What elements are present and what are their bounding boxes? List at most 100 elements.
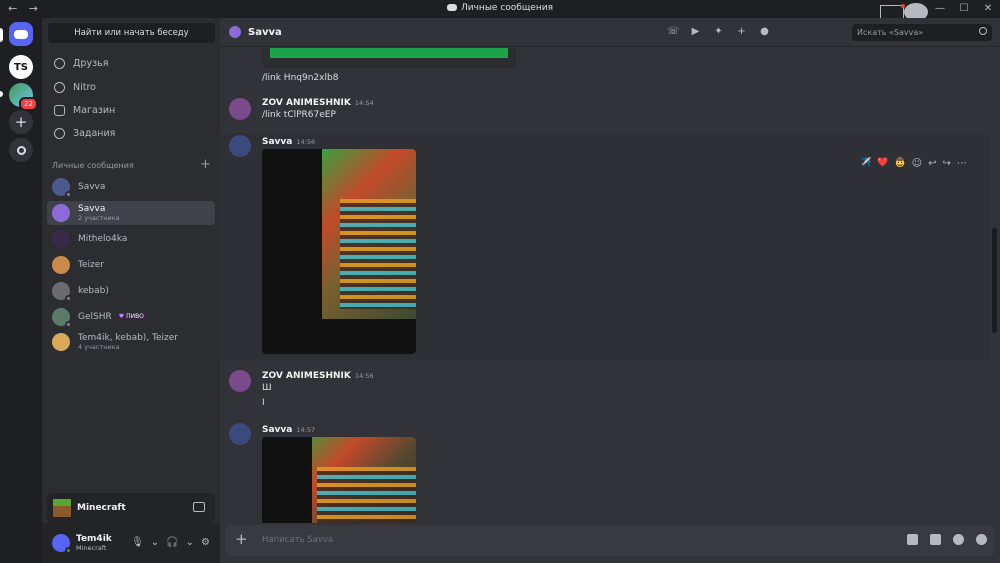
avatar[interactable] (229, 423, 251, 445)
dm-section-header: Личные сообщения (52, 161, 134, 170)
nav-nitro[interactable]: Nitro (48, 76, 215, 98)
dm-name: Savva (78, 182, 106, 192)
clan-tag-text: ПИВО (126, 313, 144, 320)
title-bar: ← → Личные сообщения ? — ☐ ✕ (0, 0, 1000, 23)
search-placeholder: Искать «Savva» (857, 28, 924, 37)
microphone-icon[interactable]: 🎙 (131, 537, 144, 548)
emoji-icon[interactable] (953, 534, 964, 545)
image-attachment[interactable] (262, 437, 416, 523)
timestamp: 14:57 (296, 426, 316, 434)
sticker-icon[interactable] (930, 534, 941, 545)
user-panel: Tem4ik Minecraft 🎙 ⌄ 🎧 ⌄ ⚙ (42, 523, 220, 563)
dm-name: Mithelo4ka (78, 234, 128, 244)
inbox-button[interactable] (880, 0, 905, 23)
timestamp: 14:56 (296, 138, 316, 146)
apps-icon[interactable] (976, 534, 987, 545)
nav-friends-label: Друзья (73, 57, 109, 69)
minecraft-icon (53, 499, 71, 517)
avatar[interactable] (229, 135, 251, 157)
attach-plus-icon[interactable]: + (235, 532, 248, 547)
avatar (52, 178, 72, 198)
message-list: /link Hnq9n2xlb8 ZOV ANIMESHNIK 14:54 /li… (220, 48, 990, 523)
window-title-text: Личные сообщения (461, 3, 553, 13)
chevron-down-icon[interactable]: ⌄ (151, 537, 159, 548)
find-conversation-button[interactable]: Найти или начать беседу (48, 23, 215, 43)
home-button[interactable] (9, 22, 33, 46)
nav-shop-label: Магазин (73, 104, 116, 116)
explore-button[interactable] (9, 138, 33, 162)
chevron-down-icon[interactable]: ⌄ (186, 537, 194, 548)
dm-name: GelSHR ♥ ПИВО (78, 312, 147, 322)
dm-item[interactable]: Mithelo4ka (47, 227, 215, 251)
pin-icon[interactable]: ✦ (713, 26, 724, 37)
unread-badge: 22 (19, 97, 38, 111)
image-attachment[interactable] (262, 149, 416, 354)
dm-item[interactable]: kebab) (47, 279, 215, 303)
add-server-button[interactable]: + (9, 110, 33, 134)
minimize-button[interactable]: — (928, 0, 952, 18)
group-avatar (229, 26, 241, 38)
chat-search-input[interactable]: Искать «Savva» (852, 24, 992, 41)
dm-item-selected[interactable]: Savva 2 участника (47, 201, 215, 225)
reply-icon[interactable]: ↩ (928, 158, 936, 169)
server-rail: TS 22 + (0, 18, 42, 563)
selected-indicator (0, 28, 3, 42)
heart-icon: ♥ (118, 313, 125, 320)
more-options-icon[interactable]: ⋯ (957, 158, 967, 169)
scrollbar[interactable] (992, 228, 997, 333)
create-dm-button[interactable]: + (200, 157, 211, 172)
nav-shop[interactable]: Магазин (48, 99, 215, 121)
screen-share-icon[interactable] (193, 502, 205, 512)
discord-logo-icon (447, 4, 457, 11)
message-text: I (262, 398, 265, 408)
user-avatar[interactable] (52, 534, 72, 554)
message: ZOV ANIMESHNIK 14:54 /link tClPR67eEP (220, 96, 990, 126)
nav-friends[interactable]: Друзья (48, 52, 215, 74)
avatar (52, 308, 72, 328)
author-name[interactable]: Savva (262, 425, 292, 435)
add-friends-icon[interactable]: + (736, 26, 747, 37)
message-text: /link tClPR67eEP (262, 110, 336, 120)
maximize-button[interactable]: ☐ (952, 0, 976, 18)
dm-item[interactable]: GelSHR ♥ ПИВО (47, 305, 215, 329)
headphones-icon[interactable]: 🎧 (166, 537, 178, 548)
add-reaction-icon[interactable]: ☺ (912, 158, 922, 169)
avatar[interactable] (229, 98, 251, 120)
reaction-airplane[interactable]: ✈️ (860, 158, 871, 168)
message: Savva 14:57 (220, 423, 990, 523)
author-name[interactable]: ZOV ANIMESHNIK (262, 371, 351, 381)
voice-controls: 🎙 ⌄ 🎧 ⌄ ⚙ (131, 537, 210, 548)
header-toolbar: ☏ ▶ ✦ + ● (667, 26, 770, 37)
message-composer[interactable]: + Написать Savva (225, 525, 995, 556)
help-button[interactable]: ? (904, 0, 928, 21)
dm-name: Teizer (78, 260, 104, 270)
reaction-cowboy[interactable]: 🤠 (894, 158, 905, 168)
avatar[interactable] (229, 370, 251, 392)
message-actions: ✈️ ❤️ 🤠 ☺ ↩ ↪ ⋯ (860, 154, 967, 172)
status-dot (65, 321, 72, 328)
shop-icon (54, 104, 65, 116)
window-controls: ? — ☐ ✕ (880, 0, 1000, 23)
forward-icon[interactable]: ↪ (942, 158, 950, 169)
message-text: /link Hnq9n2xlb8 (262, 73, 339, 83)
dm-item[interactable]: Savva (47, 175, 215, 199)
member-list-icon[interactable]: ● (759, 26, 770, 37)
voice-call-icon[interactable]: ☏ (667, 26, 680, 37)
gif-icon[interactable] (907, 534, 918, 545)
group-avatar (52, 333, 70, 351)
dm-name: Tem4ik, kebab), Teizer (78, 333, 179, 343)
dm-item[interactable]: Tem4ik, kebab), Teizer 4 участника (47, 330, 215, 354)
close-button[interactable]: ✕ (976, 0, 1000, 18)
reaction-heart[interactable]: ❤️ (877, 158, 888, 168)
server-ts[interactable]: TS (9, 55, 33, 79)
nav-nitro-label: Nitro (73, 81, 96, 93)
timestamp: 14:54 (354, 99, 374, 107)
dm-item[interactable]: Teizer (47, 253, 215, 277)
author-name[interactable]: ZOV ANIMESHNIK (262, 98, 351, 108)
author-name[interactable]: Savva (262, 137, 292, 147)
activity-panel[interactable]: Minecraft (47, 493, 215, 523)
video-call-icon[interactable]: ▶ (690, 26, 701, 37)
gear-icon[interactable]: ⚙ (201, 537, 210, 548)
nav-quests[interactable]: Задания (48, 122, 215, 144)
image-embed[interactable] (262, 48, 516, 68)
